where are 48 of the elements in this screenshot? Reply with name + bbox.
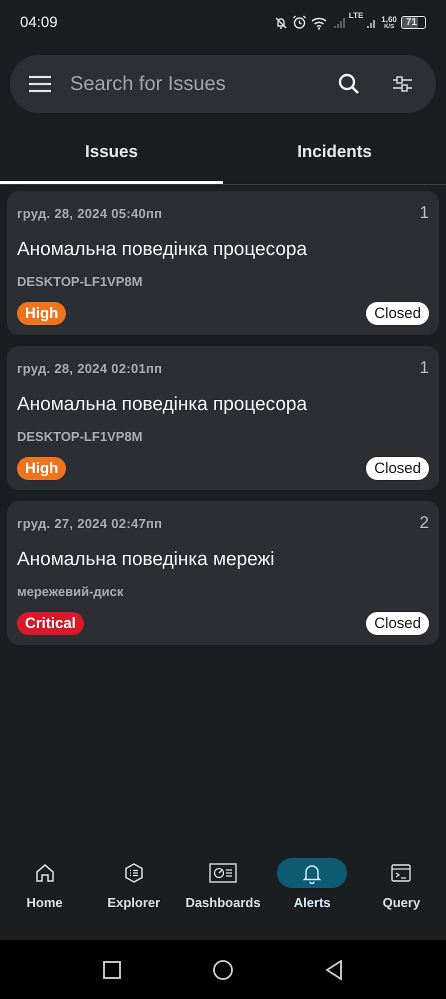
issue-card[interactable]: груд. 27, 2024 02:47пп 2 Аномальна поведінка мережі мережевий-диск Critical Closed — [7, 501, 439, 645]
issue-card[interactable]: груд. 28, 2024 02:01пп 1 Аномальна поведінка процесора DESKTOP-LF1VP8M High Closed — [7, 346, 439, 490]
nav-label[interactable]: Alerts — [294, 895, 331, 910]
tab[interactable]: Incidents — [223, 125, 446, 184]
home-circle-icon[interactable] — [213, 960, 233, 980]
issue-count: 1 — [420, 358, 429, 378]
issue-title: Аномальна поведінка процесора — [17, 394, 308, 416]
tab[interactable]: Issues — [0, 125, 223, 184]
issue-title: Аномальна поведінка мережі — [17, 549, 276, 571]
status-time: 04:09 — [20, 14, 58, 31]
severity-tag: High — [17, 457, 66, 480]
severity-tag: Critical — [17, 612, 84, 635]
issue-host: DESKTOP-LF1VP8M — [17, 274, 144, 289]
list-hexagon-icon[interactable] — [122, 862, 145, 884]
filter-icon[interactable] — [392, 75, 412, 93]
nav-label[interactable]: Query — [382, 895, 420, 910]
issue-count: 2 — [420, 513, 429, 533]
nav-pill[interactable] — [277, 858, 348, 888]
dashboard-icon[interactable] — [209, 862, 237, 884]
home-icon[interactable] — [34, 862, 56, 884]
alarm-icon — [292, 15, 307, 30]
status-tag: Closed — [366, 457, 429, 480]
status-tag: Closed — [366, 612, 429, 635]
search-field[interactable]: Search for Issues — [70, 72, 320, 96]
issue-host: DESKTOP-LF1VP8M — [17, 429, 144, 444]
status-tag: Closed — [366, 302, 429, 325]
menu-icon[interactable] — [28, 75, 52, 93]
nav-label[interactable]: Home — [26, 895, 63, 910]
terminal-icon[interactable] — [390, 862, 412, 884]
nav-label[interactable]: Explorer — [107, 895, 160, 910]
search-icon[interactable] — [338, 73, 360, 95]
issue-title: Аномальна поведінка процесора — [17, 239, 308, 261]
back-icon[interactable] — [325, 960, 343, 980]
issue-count: 1 — [420, 203, 429, 223]
recents-icon[interactable] — [103, 960, 121, 978]
issue-date: груд. 28, 2024 05:40пп — [17, 206, 162, 220]
signal-icon — [332, 16, 345, 28]
battery-indicator: 71 — [400, 16, 426, 29]
issue-date: груд. 28, 2024 02:01пп — [17, 360, 162, 376]
issue-card[interactable]: груд. 28, 2024 05:40пп 1 Аномальна поведінка процесора DESKTOP-LF1VP8M High Closed — [7, 191, 439, 335]
network-speed: 1,60 — [381, 16, 397, 24]
bell-off-icon — [274, 16, 288, 30]
issue-date: груд. 27, 2024 02:47пп — [17, 516, 162, 530]
network-type: LTE — [348, 11, 364, 20]
issue-host: мережевий-диск — [17, 584, 124, 599]
nav-label[interactable]: Dashboards — [185, 895, 261, 910]
wifi-icon — [310, 16, 329, 30]
severity-tag: High — [17, 302, 66, 325]
